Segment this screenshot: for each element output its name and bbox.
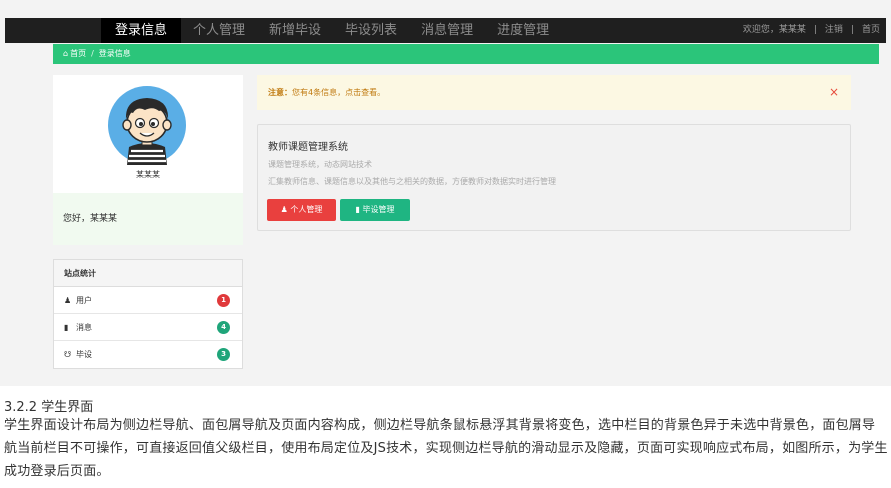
logout-link[interactable]: 注销 [825,18,843,43]
nav-item-login-info[interactable]: 登录信息 [101,18,182,43]
user-icon: ♟ [280,205,288,214]
notice-alert: 注意：您有4条信息，点击查看。 × [257,75,851,110]
stats-row-users[interactable]: ♟ 用户 1 [54,287,242,314]
nav-item-personal[interactable]: 个人管理 [181,18,257,43]
breadcrumb: ⌂ 首页 / 登录信息 [53,44,879,64]
home-icon: ⌂ [63,49,69,58]
user-links: 欢迎您，某某某 | 注销 | 首页 [743,18,880,43]
stats-label: 用户 [76,295,92,305]
avatar [108,86,186,165]
main-nav: 登录信息 个人管理 新增毕设 毕设列表 消息管理 进度管理 [101,18,561,43]
stats-badge: 3 [217,348,230,361]
nav-item-messages[interactable]: 消息管理 [409,18,485,43]
profile-greeting: 您好，某某某 [53,193,243,245]
profile-name: 某某某 [136,170,160,179]
breadcrumb-current: 登录信息 [98,49,131,58]
profile-card: 某某某 您好，某某某 [53,75,243,245]
file-icon: ▮ [355,205,360,214]
personal-manage-button[interactable]: ♟ 个人管理 [267,199,336,221]
welcome-text: 欢迎您，某某某 [742,25,806,35]
thesis-manage-label: 毕设管理 [362,205,395,214]
home-link[interactable]: 首页 [862,18,880,43]
file-icon: ▮ [64,322,69,332]
nav-item-thesis-list[interactable]: 毕设列表 [333,18,409,43]
nav-item-new-thesis[interactable]: 新增毕设 [257,18,333,43]
system-info-panel: 教师课题管理系统 课题管理系统，动态网站技术 汇集教师信息、课题信息以及其他与之… [257,124,851,231]
alert-strong: 注意： [268,88,292,97]
stats-label: 毕设 [76,350,92,359]
thesis-manage-button[interactable]: ▮ 毕设管理 [340,199,410,221]
breadcrumb-separator: / [91,49,94,58]
panel-description-2: 汇集教师信息、课题信息以及其他与之相关的数据，方便教师对数据实时进行管理 [268,177,556,186]
stats-label: 消息 [76,322,92,332]
panel-description-1: 课题管理系统，动态网站技术 [268,160,372,169]
alert-text[interactable]: 您有4条信息，点击查看。 [292,88,385,97]
stats-badge: 1 [217,294,230,307]
separator: | [813,25,817,35]
app-screenshot: 登录信息 个人管理 新增毕设 毕设列表 消息管理 进度管理 欢迎您，某某某 | … [0,0,891,386]
stats-row-messages[interactable]: ▮ 消息 4 [54,314,242,341]
cart-icon: ☋ [64,350,72,359]
site-stats-panel: 站点统计 ♟ 用户 1 ▮ 消息 4 ☋ 毕设 3 [53,259,243,369]
section-paragraph: 学生界面设计布局为侧边栏导航、面包屑导航及页面内容构成，侧边栏导航条鼠标悬浮其背… [4,418,888,479]
user-icon: ♟ [64,295,72,305]
stats-row-thesis[interactable]: ☋ 毕设 3 [54,341,242,368]
section-heading: 3.2.2 学生界面 [4,400,94,415]
stats-title: 站点统计 [54,260,242,287]
top-navbar: 登录信息 个人管理 新增毕设 毕设列表 消息管理 进度管理 欢迎您，某某某 | … [5,18,886,43]
breadcrumb-home[interactable]: 首页 [70,44,86,64]
separator: | [850,25,854,35]
nav-item-progress[interactable]: 进度管理 [485,18,561,43]
stats-badge: 4 [217,321,230,334]
panel-title: 教师课题管理系统 [268,142,348,153]
personal-manage-label: 个人管理 [290,205,323,214]
close-icon[interactable]: × [829,75,839,110]
